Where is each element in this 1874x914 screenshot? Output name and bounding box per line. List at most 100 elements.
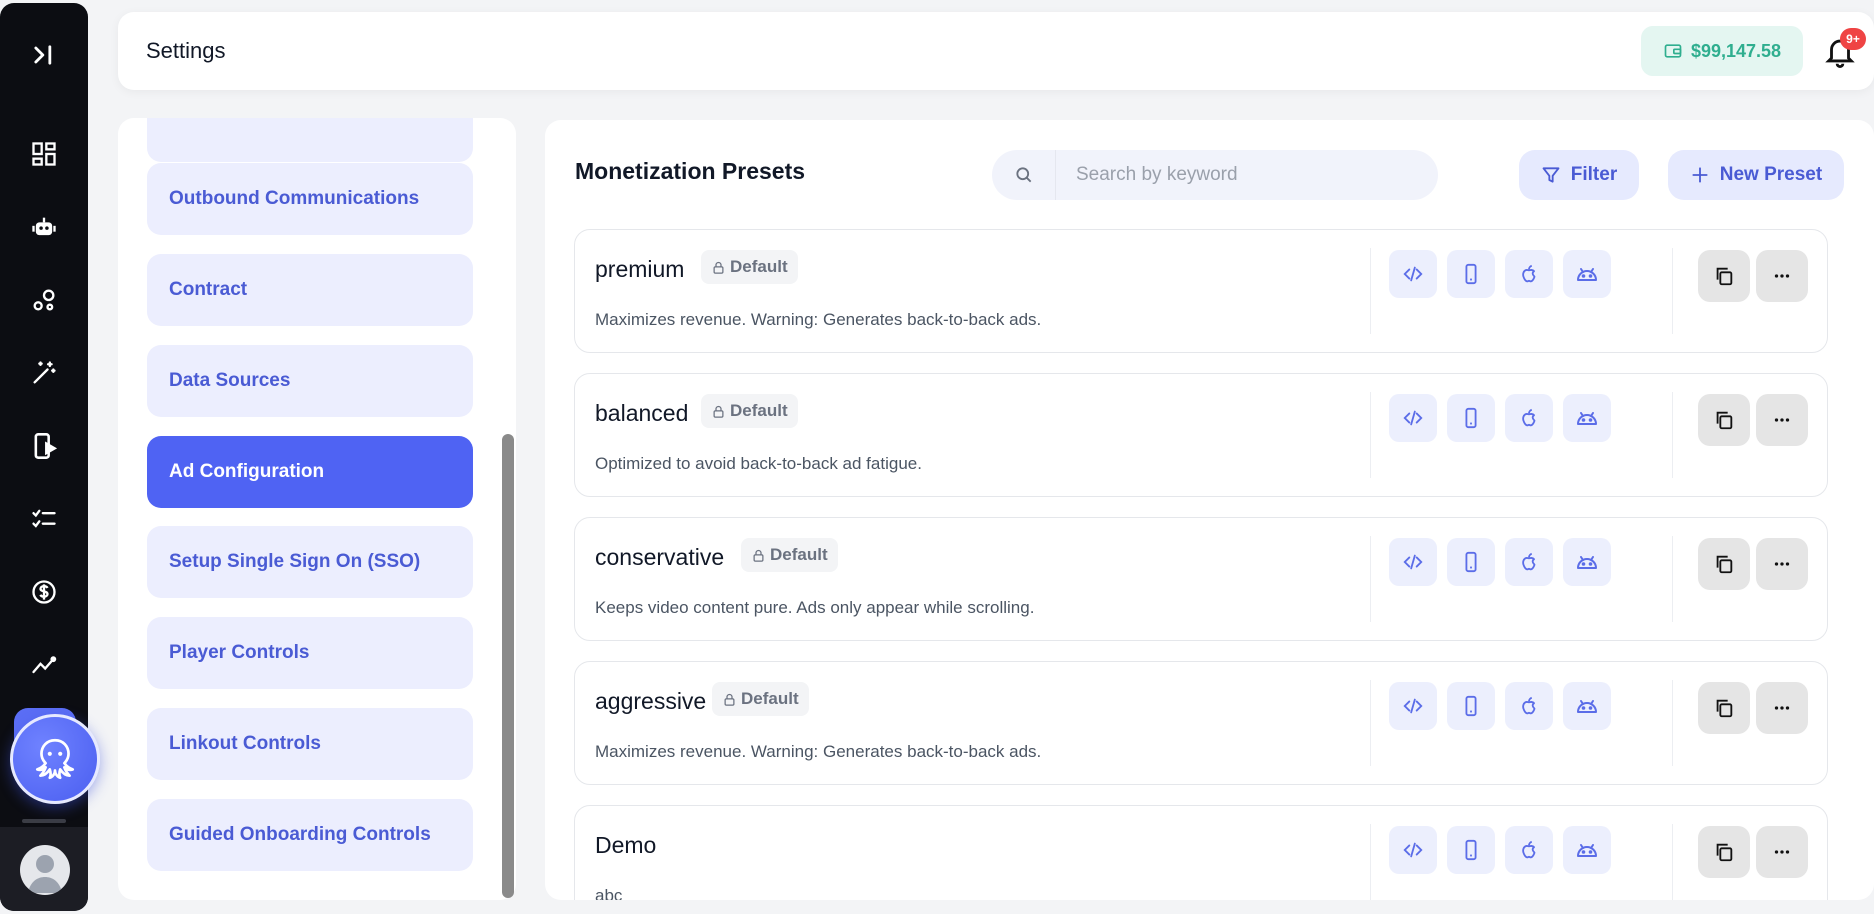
preset-card[interactable]: balanced Default Optimized to avoid back… (574, 373, 1828, 497)
android-icon (1575, 838, 1599, 862)
trend-icon[interactable] (24, 645, 64, 685)
default-badge: Default (741, 538, 838, 572)
code-platform-button[interactable] (1389, 538, 1437, 586)
apple-icon (1518, 695, 1540, 717)
apple-icon (1518, 263, 1540, 285)
collapse-sidebar-icon[interactable] (24, 35, 64, 75)
card-divider (1672, 824, 1673, 900)
nav-item-guided-onboarding[interactable]: Guided Onboarding Controls (147, 799, 473, 871)
android-platform-button[interactable] (1563, 538, 1611, 586)
code-platform-button[interactable] (1389, 826, 1437, 874)
code-platform-button[interactable] (1389, 250, 1437, 298)
copy-icon (1716, 411, 1733, 430)
preset-name: Demo (595, 832, 657, 858)
more-options-button[interactable] (1756, 538, 1808, 590)
nav-item-ad-configuration[interactable]: Ad Configuration (147, 436, 473, 508)
code-icon (1402, 551, 1424, 573)
mobile-platform-button[interactable] (1447, 250, 1495, 298)
apple-platform-button[interactable] (1505, 250, 1553, 298)
more-horizontal-icon (1774, 562, 1790, 566)
nav-item-linkout-controls[interactable]: Linkout Controls (147, 708, 473, 780)
preset-name: premium (595, 256, 685, 282)
preset-name: aggressive (595, 688, 707, 714)
mobile-play-icon[interactable] (24, 426, 64, 466)
android-platform-button[interactable] (1563, 826, 1611, 874)
more-options-button[interactable] (1756, 250, 1808, 302)
android-platform-button[interactable] (1563, 394, 1611, 442)
duplicate-button[interactable] (1698, 538, 1750, 590)
preset-card[interactable]: Demo abc (574, 805, 1828, 900)
octopus-icon (35, 738, 75, 780)
search-input[interactable] (1056, 164, 1416, 186)
preset-name: balanced (595, 400, 689, 426)
android-icon (1575, 262, 1599, 286)
search-icon[interactable] (992, 150, 1056, 200)
preset-card[interactable]: aggressive Default Maximizes revenue. Wa… (574, 661, 1828, 785)
filter-button[interactable]: Filter (1519, 150, 1639, 200)
copy-icon (1716, 555, 1733, 574)
dollar-icon[interactable] (24, 572, 64, 612)
more-options-button[interactable] (1756, 826, 1808, 878)
nav-item-data-sources[interactable]: Data Sources (147, 345, 473, 417)
mobile-platform-button[interactable] (1447, 394, 1495, 442)
robot-icon[interactable] (24, 207, 64, 247)
code-platform-button[interactable] (1389, 394, 1437, 442)
apple-platform-button[interactable] (1505, 682, 1553, 730)
preset-description: Maximizes revenue. Warning: Generates ba… (595, 742, 1042, 761)
default-label: Default (730, 257, 788, 276)
nav-item-sso[interactable]: Setup Single Sign On (SSO) (147, 526, 473, 598)
mobile-platform-button[interactable] (1447, 826, 1495, 874)
duplicate-button[interactable] (1698, 394, 1750, 446)
default-badge: Default (701, 250, 798, 284)
code-platform-button[interactable] (1389, 682, 1437, 730)
duplicate-button[interactable] (1698, 826, 1750, 878)
preset-card[interactable]: conservative Default Keeps video content… (574, 517, 1828, 641)
lock-icon (753, 549, 764, 562)
lock-icon (713, 261, 724, 274)
android-icon (1575, 550, 1599, 574)
nav-item-outbound-communications[interactable]: Outbound Communications (147, 163, 473, 235)
card-divider (1672, 536, 1673, 622)
apple-platform-button[interactable] (1505, 538, 1553, 586)
copy-icon (1716, 267, 1733, 286)
more-horizontal-icon (1774, 274, 1790, 278)
preset-card[interactable]: premium Default Maximizes revenue. Warni… (574, 229, 1828, 353)
nav-item-player-controls[interactable]: Player Controls (147, 617, 473, 689)
new-preset-button[interactable]: New Preset (1668, 150, 1844, 200)
dashboard-icon[interactable] (24, 134, 64, 174)
octopus-assistant-button[interactable] (10, 714, 100, 804)
apple-platform-button[interactable] (1505, 394, 1553, 442)
apple-platform-button[interactable] (1505, 826, 1553, 874)
duplicate-button[interactable] (1698, 682, 1750, 734)
apple-icon (1518, 407, 1540, 429)
magic-wand-icon[interactable] (24, 353, 64, 393)
more-horizontal-icon (1774, 706, 1790, 710)
mobile-platform-button[interactable] (1447, 538, 1495, 586)
mobile-icon (1460, 263, 1482, 285)
mobile-platform-button[interactable] (1447, 682, 1495, 730)
nav-item-contract[interactable]: Contract (147, 254, 473, 326)
copy-icon (1716, 843, 1733, 862)
more-horizontal-icon (1774, 418, 1790, 422)
code-icon (1402, 263, 1424, 285)
card-divider (1672, 248, 1673, 334)
duplicate-button[interactable] (1698, 250, 1750, 302)
code-icon (1402, 839, 1424, 861)
checklist-icon[interactable] (24, 499, 64, 539)
card-divider (1370, 392, 1371, 478)
more-horizontal-icon (1774, 850, 1790, 854)
wallet-balance[interactable]: $99,147.58 (1641, 26, 1803, 76)
more-options-button[interactable] (1756, 394, 1808, 446)
default-label: Default (741, 689, 799, 708)
android-platform-button[interactable] (1563, 250, 1611, 298)
android-platform-button[interactable] (1563, 682, 1611, 730)
preset-description: Maximizes revenue. Warning: Generates ba… (595, 310, 1042, 329)
nodes-icon[interactable] (24, 280, 64, 320)
nav-item-partial[interactable] (147, 118, 473, 162)
preset-name: conservative (595, 544, 725, 570)
nav-scrollbar[interactable] (502, 434, 514, 898)
more-options-button[interactable] (1756, 682, 1808, 734)
apple-icon (1518, 551, 1540, 573)
android-icon (1575, 694, 1599, 718)
avatar[interactable] (20, 845, 70, 895)
